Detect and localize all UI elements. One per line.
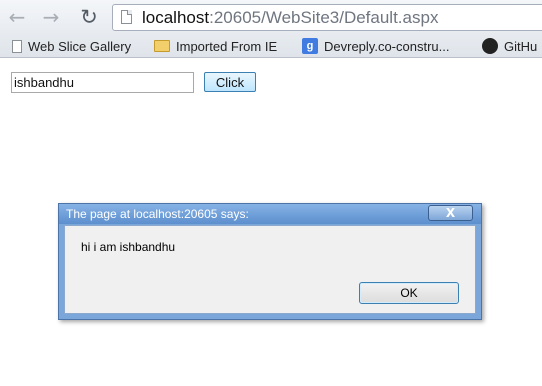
address-path: :20605/WebSite3/Default.aspx xyxy=(209,8,439,27)
address-host: localhost xyxy=(142,8,210,27)
document-icon xyxy=(12,39,22,53)
name-input[interactable] xyxy=(11,72,194,93)
dialog-title: The page at localhost:20605 says: xyxy=(66,207,249,221)
bookmark-web-slice-gallery[interactable]: Web Slice Gallery xyxy=(12,37,131,55)
folder-icon xyxy=(154,40,170,52)
address-url[interactable]: localhost:20605/WebSite3/Default.aspx xyxy=(142,8,438,28)
bookmark-devreply[interactable]: g Devreply.co-constru... xyxy=(302,37,449,55)
close-button[interactable]: X xyxy=(428,205,473,221)
dialog-titlebar[interactable]: The page at localhost:20605 says: X xyxy=(59,204,481,224)
bookmark-label: Devreply.co-constru... xyxy=(324,38,450,54)
close-icon: X xyxy=(445,206,456,220)
reload-icon[interactable]: ↻ xyxy=(78,5,100,29)
bookmark-github[interactable]: GitHu xyxy=(482,37,537,55)
bookmark-label: Imported From IE xyxy=(176,38,278,54)
alert-dialog: The page at localhost:20605 says: X hi i… xyxy=(58,203,482,320)
click-button[interactable]: Click xyxy=(204,72,256,92)
address-bar[interactable]: localhost:20605/WebSite3/Default.aspx xyxy=(112,4,542,31)
dialog-body: hi i am ishbandhu OK xyxy=(64,225,476,314)
dialog-message: hi i am ishbandhu xyxy=(81,240,176,254)
bookmark-imported-from-ie[interactable]: Imported From IE xyxy=(154,37,277,55)
bookmark-label: Web Slice Gallery xyxy=(28,38,132,54)
ok-button[interactable]: OK xyxy=(359,282,459,304)
page-icon xyxy=(121,10,132,24)
back-arrow-icon[interactable]: ← xyxy=(6,5,28,29)
bookmark-label: GitHu xyxy=(504,38,538,54)
forward-arrow-icon[interactable]: → xyxy=(40,5,62,29)
github-icon xyxy=(482,38,498,54)
google-icon: g xyxy=(302,38,318,54)
browser-toolbar: ← → ↻ localhost:20605/WebSite3/Default.a… xyxy=(0,0,542,34)
bookmarks-bar: Web Slice Gallery Imported From IE g Dev… xyxy=(0,34,542,58)
